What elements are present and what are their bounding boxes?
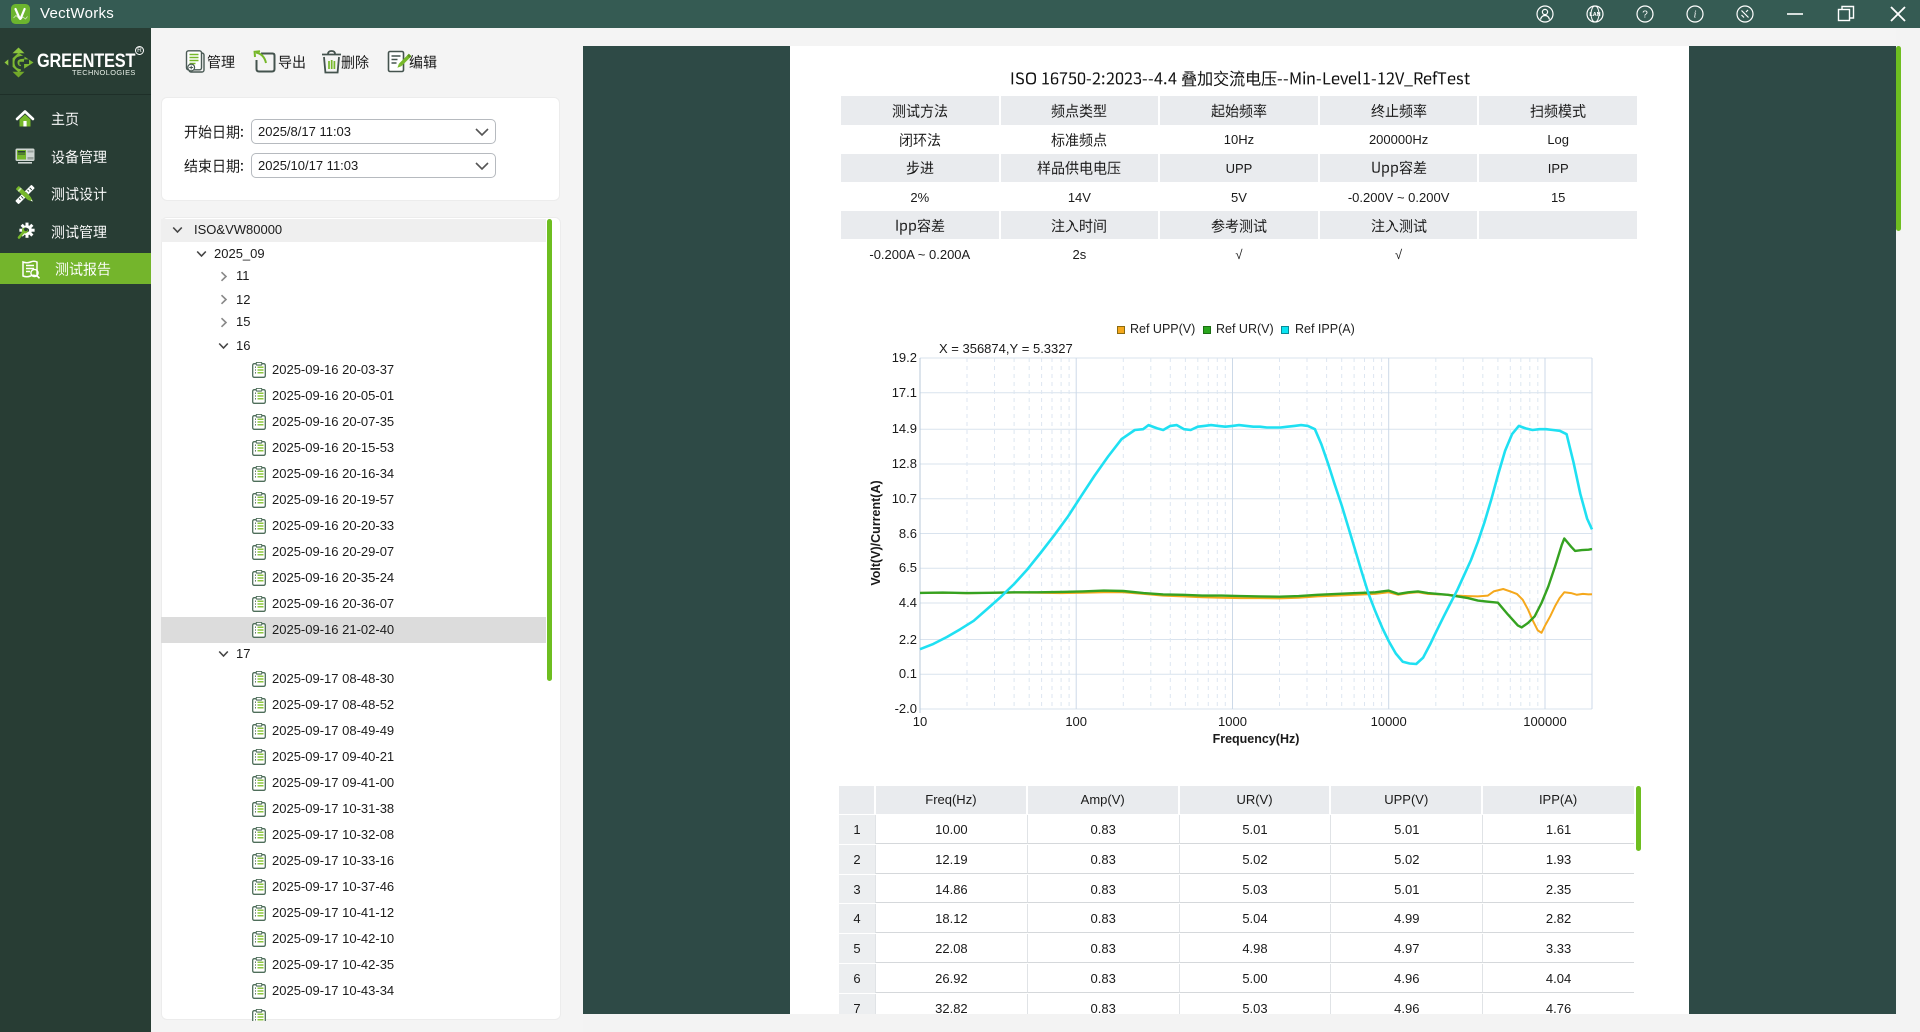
svg-text:?: ? — [1642, 10, 1648, 21]
svg-text:i: i — [1694, 10, 1697, 21]
svg-text:LAN: LAN — [1589, 12, 1600, 18]
